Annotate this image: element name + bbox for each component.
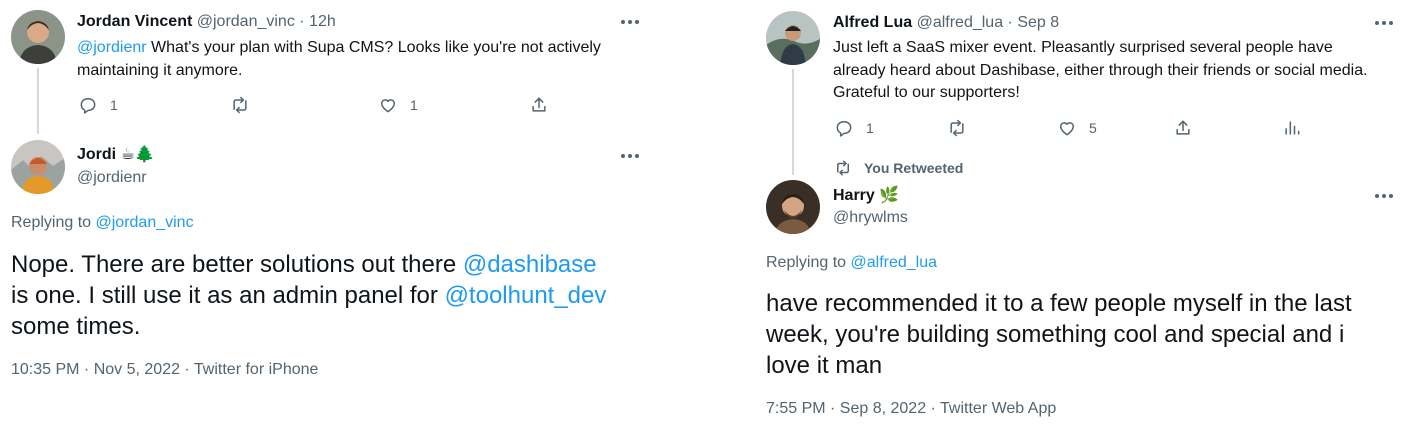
tweet-header: Alfred Lua @alfred_lua · Sep 8: [833, 14, 1059, 32]
mention-link[interactable]: @dashibase: [463, 251, 597, 278]
tweet-timestamp[interactable]: 7:55 PM · Sep 8, 2022 · Twitter Web App: [766, 400, 1056, 418]
retweet-context: You Retweeted: [834, 159, 963, 177]
more-icon[interactable]: [1375, 194, 1393, 198]
avatar-image: [11, 10, 65, 64]
avatar-image: [766, 180, 820, 234]
share-button[interactable]: [529, 95, 549, 115]
reply-text-part: is one. I still use it as an admin panel…: [11, 282, 445, 309]
replying-to-label: Replying to: [766, 254, 847, 271]
avatar-alfred-lua[interactable]: [766, 11, 820, 65]
replying-to-label: Replying to: [11, 214, 92, 231]
author-name-emoji: 🌿: [879, 187, 900, 204]
tweet-time[interactable]: · Sep 8: [1008, 14, 1060, 31]
avatar-jordi[interactable]: [11, 140, 65, 194]
reply-header: Harry 🌿: [833, 185, 899, 205]
reply-text-part: Nope. There are better solutions out the…: [11, 251, 463, 278]
reply-text-line: love it man: [766, 352, 883, 379]
reply-text-part: some times.: [11, 313, 141, 340]
retweet-button[interactable]: [230, 95, 250, 115]
reply-button[interactable]: 1: [78, 95, 118, 115]
author-handle[interactable]: @jordienr: [77, 169, 147, 187]
reply-count: 1: [110, 97, 118, 113]
tweet-time[interactable]: · 12h: [299, 13, 335, 30]
like-button[interactable]: 1: [378, 95, 418, 115]
reply-text-line: have recommended it to a few people myse…: [766, 290, 1352, 317]
retweet-icon: [837, 160, 849, 176]
reply-text: have recommended it to a few people myse…: [766, 288, 1396, 381]
reply-icon: [80, 98, 96, 114]
reply-text-line: week, you're building something cool and…: [766, 321, 1345, 348]
mention-link[interactable]: @toolhunt_dev: [445, 282, 607, 309]
author-name[interactable]: Jordan Vincent: [77, 13, 192, 30]
reply-button[interactable]: 1: [834, 118, 874, 138]
reply-text: Nope. There are better solutions out the…: [11, 249, 691, 342]
tweet-header: Jordan Vincent @jordan_vinc · 12h: [77, 13, 336, 31]
avatar-image: [11, 140, 65, 194]
avatar-harry[interactable]: [766, 180, 820, 234]
more-icon[interactable]: [621, 154, 639, 158]
analytics-button[interactable]: [1282, 118, 1302, 138]
like-button[interactable]: 5: [1057, 118, 1097, 138]
author-handle[interactable]: @alfred_lua: [917, 14, 1004, 31]
tweet-text-line: maintaining it anymore.: [77, 61, 243, 79]
replying-to: Replying to @alfred_lua: [766, 254, 937, 272]
author-name[interactable]: Alfred Lua: [833, 14, 912, 31]
mention-link[interactable]: @jordienr: [77, 39, 147, 56]
more-icon[interactable]: [621, 20, 639, 24]
retweet-button[interactable]: [947, 118, 967, 138]
retweet-icon: [233, 96, 247, 114]
more-icon[interactable]: [1375, 21, 1393, 25]
share-button[interactable]: [1173, 118, 1193, 138]
like-icon: [1060, 122, 1074, 136]
author-handle[interactable]: @hrywlms: [833, 209, 908, 227]
reply-header: Jordi ☕🌲: [77, 144, 155, 164]
tweet-text-line: Grateful to our supporters!: [833, 84, 1020, 101]
share-icon: [532, 97, 546, 112]
author-handle[interactable]: @jordan_vinc: [197, 13, 295, 30]
retweet-label[interactable]: You Retweeted: [864, 160, 963, 176]
like-icon: [381, 99, 395, 113]
author-name[interactable]: Harry: [833, 187, 875, 204]
author-name-emoji: ☕🌲: [120, 146, 155, 163]
tweet-text: Just left a SaaS mixer event. Pleasantly…: [833, 37, 1398, 105]
replying-to: Replying to @jordan_vinc: [11, 214, 194, 232]
like-count: 5: [1089, 120, 1097, 136]
thread-connector: [792, 69, 794, 175]
tweet-text-line: Just left a SaaS mixer event. Pleasantly…: [833, 39, 1333, 56]
reply-icon: [836, 121, 852, 137]
share-icon: [1176, 120, 1190, 135]
thread-connector: [37, 68, 39, 134]
avatar-jordan-vincent[interactable]: [11, 10, 65, 64]
replying-to-link[interactable]: @jordan_vinc: [96, 214, 194, 231]
like-count: 1: [410, 97, 418, 113]
tweet-text: @jordienr What's your plan with Supa CMS…: [77, 37, 657, 82]
author-name[interactable]: Jordi: [77, 146, 116, 163]
tweet-text-line: already heard about Dashibase, either th…: [833, 61, 1368, 79]
analytics-icon: [1285, 121, 1300, 135]
tweet-timestamp[interactable]: 10:35 PM · Nov 5, 2022 · Twitter for iPh…: [11, 361, 318, 379]
retweet-icon: [950, 119, 964, 137]
tweet-text-part: What's your plan with Supa CMS? Looks li…: [146, 39, 601, 56]
replying-to-link[interactable]: @alfred_lua: [851, 254, 938, 271]
avatar-image: [766, 11, 820, 65]
reply-count: 1: [866, 120, 874, 136]
